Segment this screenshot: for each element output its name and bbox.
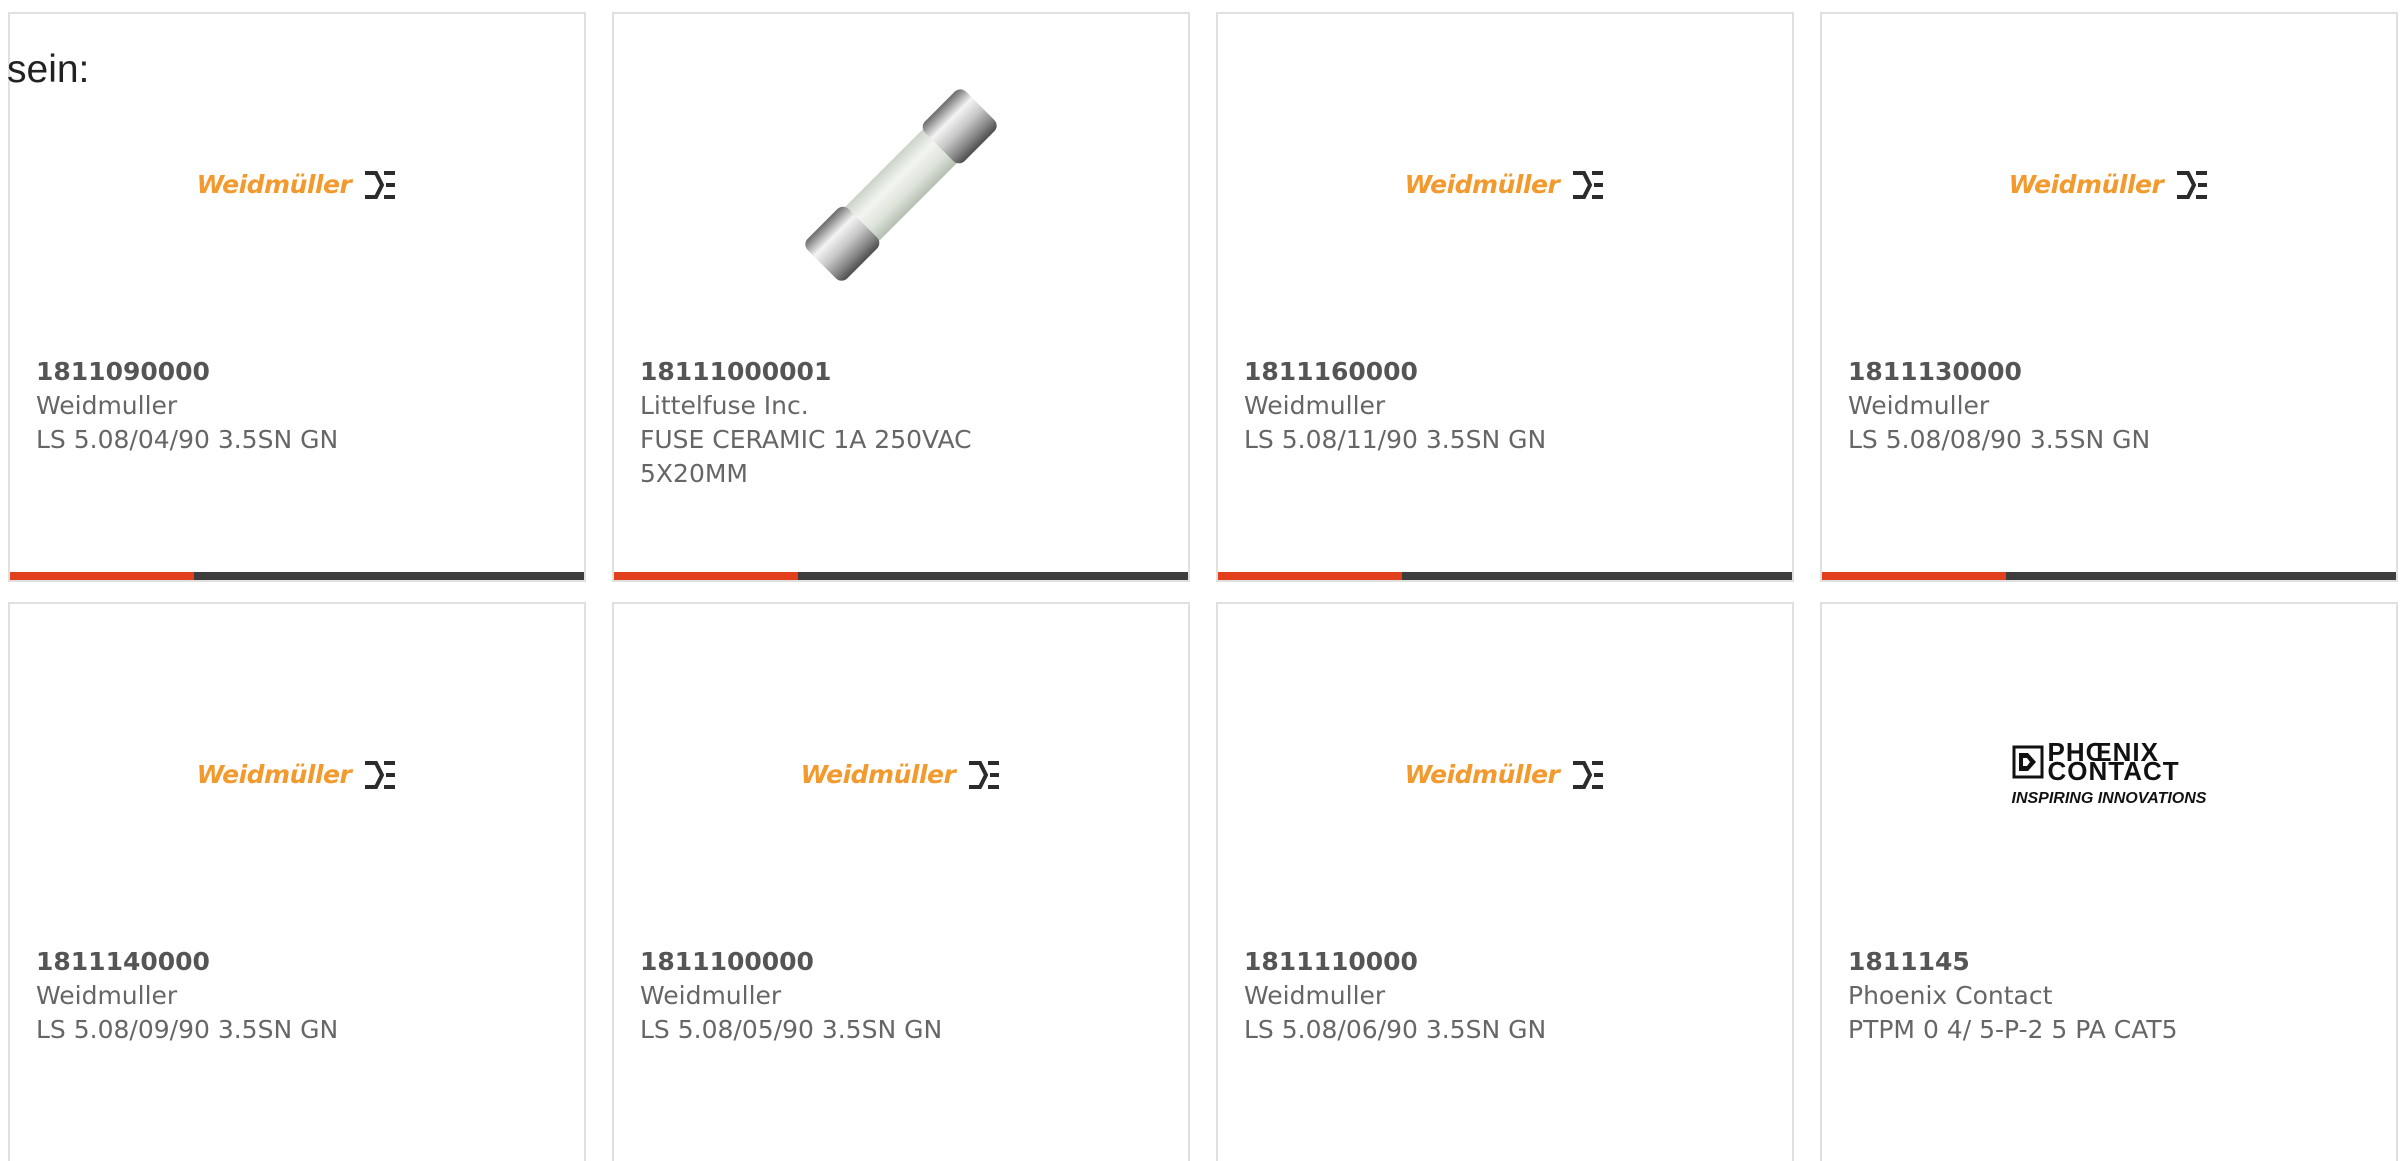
phoenix-contact-wordmark: PHŒNIX CONTACT	[2047, 739, 2180, 786]
manufacturer: Phoenix Contact	[1848, 981, 2053, 1010]
product-info: 1811100000 Weidmuller LS 5.08/05/90 3.5S…	[640, 945, 1030, 1047]
weidmuller-logo-text: Weidmüller	[1404, 760, 1560, 789]
card-accent-bar-highlight	[614, 572, 798, 580]
product-image: Weidmüller	[1822, 54, 2396, 316]
description: FUSE CERAMIC 1A 250VAC 5X20MM	[640, 425, 972, 488]
part-number: 1811130000	[1848, 357, 2022, 386]
product-image: Weidmüller	[1218, 54, 1792, 316]
weidmuller-logo-text: Weidmüller	[1404, 170, 1560, 199]
product-card[interactable]: 18111000001 Littelfuse Inc. FUSE CERAMIC…	[612, 12, 1190, 582]
card-accent-bar	[10, 572, 584, 580]
weidmuller-mark-shape	[1573, 761, 1604, 789]
phoenix-mark-shape	[2018, 753, 2036, 771]
description: LS 5.08/09/90 3.5SN GN	[36, 1015, 339, 1044]
weidmuller-logo: Weidmüller	[1405, 760, 1606, 790]
product-info: 1811110000 Weidmuller LS 5.08/06/90 3.5S…	[1244, 945, 1634, 1047]
phoenix-contact-logo-header: PHŒNIX CONTACT	[2012, 739, 2180, 786]
product-card[interactable]: Weidmüller 1811100000 Weidmuller LS 5.08…	[612, 602, 1190, 1161]
product-image: Weidmüller	[1218, 644, 1792, 906]
product-info: 1811160000 Weidmuller LS 5.08/11/90 3.5S…	[1244, 355, 1634, 457]
weidmuller-mark-icon	[365, 761, 396, 789]
manufacturer: Weidmuller	[36, 391, 178, 420]
product-card[interactable]: Weidmüller 1811140000 Weidmuller LS 5.08…	[8, 602, 586, 1161]
ceramic-fuse-photo	[805, 89, 997, 281]
product-info: 1811140000 Weidmuller LS 5.08/09/90 3.5S…	[36, 945, 426, 1047]
part-number: 1811110000	[1244, 947, 1418, 976]
manufacturer: Weidmuller	[36, 981, 178, 1010]
card-accent-bar	[1218, 572, 1792, 580]
part-number: 1811140000	[36, 947, 210, 976]
product-image: Weidmüller	[614, 644, 1188, 906]
part-number: 1811145	[1848, 947, 1970, 976]
product-card[interactable]: Weidmüller 1811090000 Weidmuller LS 5.08…	[8, 12, 586, 582]
weidmuller-mark-icon	[365, 171, 396, 199]
description: LS 5.08/05/90 3.5SN GN	[640, 1015, 943, 1044]
phoenix-contact-mark-icon	[2012, 745, 2043, 779]
phoenix-mark-frame	[2012, 745, 2043, 779]
card-accent-bar-highlight	[1822, 572, 2006, 580]
part-number: 1811100000	[640, 947, 814, 976]
weidmuller-mark-shape	[969, 761, 1000, 789]
description: LS 5.08/04/90 3.5SN GN	[36, 425, 339, 454]
product-image	[614, 54, 1188, 316]
weidmuller-logo: Weidmüller	[197, 760, 398, 790]
description: LS 5.08/08/90 3.5SN GN	[1848, 425, 2151, 454]
weidmuller-mark-icon	[969, 761, 1000, 789]
weidmuller-mark-shape	[1573, 171, 1604, 199]
weidmuller-mark-shape	[365, 171, 396, 199]
weidmuller-mark-shape	[2177, 171, 2208, 199]
card-accent-bar	[1822, 572, 2396, 580]
weidmuller-logo-text: Weidmüller	[800, 760, 956, 789]
description: LS 5.08/11/90 3.5SN GN	[1244, 425, 1547, 454]
card-accent-bar	[614, 572, 1188, 580]
weidmuller-logo-text: Weidmüller	[2008, 170, 2164, 199]
manufacturer: Weidmuller	[1244, 981, 1386, 1010]
manufacturer: Weidmuller	[1244, 391, 1386, 420]
weidmuller-logo-text: Weidmüller	[196, 760, 352, 789]
manufacturer: Weidmuller	[640, 981, 782, 1010]
manufacturer: Weidmuller	[1848, 391, 1990, 420]
product-info: 1811090000 Weidmuller LS 5.08/04/90 3.5S…	[36, 355, 426, 457]
weidmuller-logo: Weidmüller	[1405, 170, 1606, 200]
card-accent-bar-highlight	[10, 572, 194, 580]
part-number: 1811160000	[1244, 357, 1418, 386]
product-card[interactable]: Weidmüller 1811130000 Weidmuller LS 5.08…	[1820, 12, 2398, 582]
phoenix-contact-logo: PHŒNIX CONTACT INSPIRING INNOVATIONS	[2011, 739, 2207, 807]
weidmuller-logo: Weidmüller	[2009, 170, 2210, 200]
product-info: 18111000001 Littelfuse Inc. FUSE CERAMIC…	[640, 355, 1030, 491]
product-image: Weidmüller	[10, 54, 584, 316]
phoenix-wordmark-line: CONTACT	[2047, 756, 2180, 786]
phoenix-contact-tagline: INSPIRING INNOVATIONS	[2011, 790, 2207, 807]
weidmuller-mark-icon	[1573, 171, 1604, 199]
card-accent-bar-highlight	[1218, 572, 1402, 580]
part-number: 18111000001	[640, 357, 832, 386]
product-info: 1811145 Phoenix Contact PTPM 0 4/ 5-P-2 …	[1848, 945, 2238, 1047]
description: PTPM 0 4/ 5-P-2 5 PA CAT5	[1848, 1015, 2178, 1044]
weidmuller-mark-shape	[365, 761, 396, 789]
product-card[interactable]: Weidmüller 1811110000 Weidmuller LS 5.08…	[1216, 602, 1794, 1161]
product-image: Weidmüller	[10, 644, 584, 906]
product-image: PHŒNIX CONTACT INSPIRING INNOVATIONS	[1822, 644, 2396, 906]
weidmuller-logo: Weidmüller	[801, 760, 1002, 790]
weidmuller-logo-text: Weidmüller	[196, 170, 352, 199]
weidmuller-mark-icon	[2177, 171, 2208, 199]
weidmuller-mark-icon	[1573, 761, 1604, 789]
weidmuller-logo: Weidmüller	[197, 170, 398, 200]
product-card[interactable]: PHŒNIX CONTACT INSPIRING INNOVATIONS 181…	[1820, 602, 2398, 1161]
product-info: 1811130000 Weidmuller LS 5.08/08/90 3.5S…	[1848, 355, 2238, 457]
manufacturer: Littelfuse Inc.	[640, 391, 809, 420]
part-number: 1811090000	[36, 357, 210, 386]
intro-text: sein:	[7, 48, 90, 91]
product-card[interactable]: Weidmüller 1811160000 Weidmuller LS 5.08…	[1216, 12, 1794, 582]
description: LS 5.08/06/90 3.5SN GN	[1244, 1015, 1547, 1044]
